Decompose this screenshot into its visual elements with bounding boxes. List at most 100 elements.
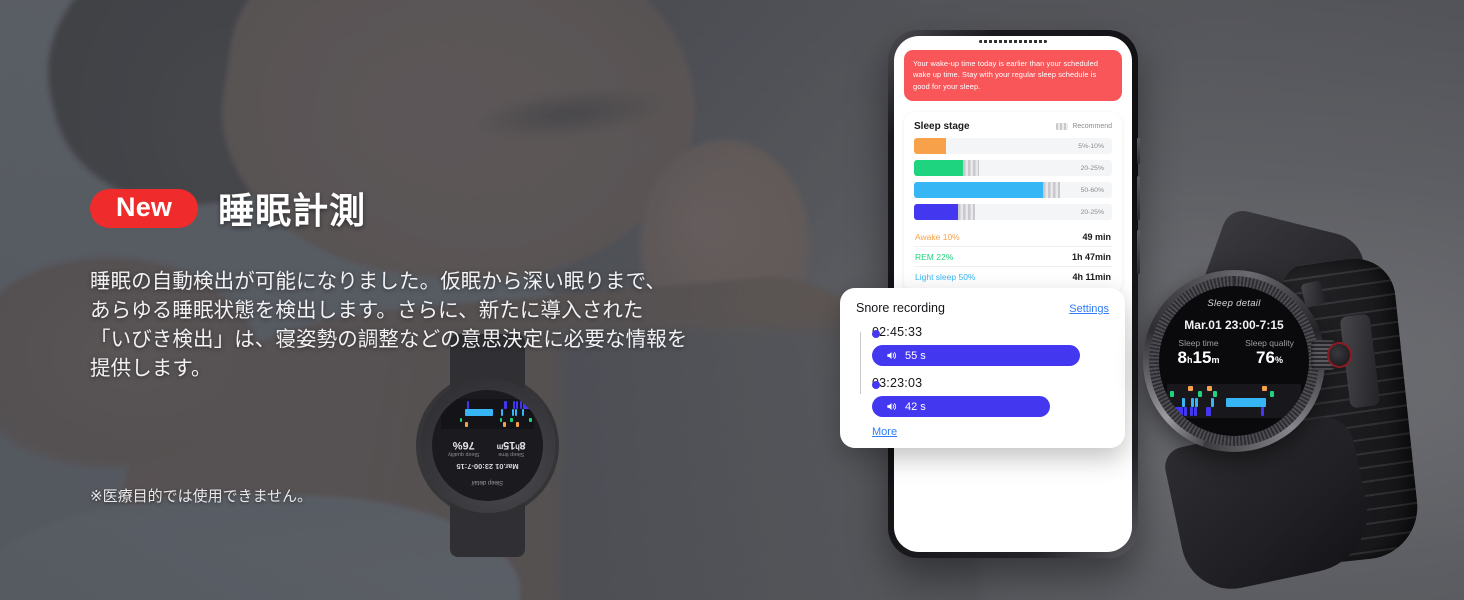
hypnogram-segment-rem (1169, 391, 1174, 397)
sleep-stage-card: Sleep stage Recommend 5%-10% 20-25% 50-60%… (904, 112, 1122, 295)
watch-screen-title: Sleep detail (1207, 298, 1261, 309)
wrist-watch-case: Sleep detail Mar.01 23:00-7:15 Sleep tim… (420, 378, 555, 513)
phone-button-mute[interactable] (1137, 138, 1140, 164)
sleep-legend-value: 49 min (1082, 231, 1111, 242)
watch-stats-row: Sleep time 8h15m Sleep quality 76% (1163, 338, 1305, 368)
sleep-stage-bar-deep: 20-25% (914, 204, 1112, 221)
watch-sleep-quality: Sleep quality 76% (1234, 338, 1305, 368)
sleep-legend-value: 4h 11min (1072, 271, 1111, 282)
sleep-stage-bar-rem: 20-25% (914, 160, 1112, 177)
stage-bar-range: 50-60% (1080, 186, 1104, 194)
hypnogram-segment-light (1181, 398, 1185, 408)
watch-sleep-time-label: Sleep time (1178, 338, 1219, 348)
hypnogram-segment-deep (1193, 407, 1197, 416)
page-title: 睡眠計測 (218, 190, 367, 231)
stage-bar-recommend (957, 204, 975, 221)
sleep-stage-bar-light: 50-60% (914, 182, 1112, 199)
stage-bar-track (914, 204, 975, 221)
snore-timeline-dot (872, 381, 880, 389)
new-badge: New (90, 188, 199, 228)
watch-sleep-minutes: 15 (1192, 348, 1212, 367)
wrist-watch-date: Mar.01 23:00-7:15 (456, 462, 519, 471)
wrist-watch-face: Sleep detail Mar.01 23:00-7:15 Sleep tim… (432, 390, 543, 501)
snore-recording-card: Snore recording Settings 02:45:33 55 s 03:… (840, 288, 1125, 448)
sleep-stage-legend: Awake 10% 49 min REM 22% 1h 47min Light slee… (914, 227, 1112, 286)
wakeup-alert-banner: Your wake-up time today is earlier than … (904, 50, 1122, 102)
watch-case: Sleep detail Mar.01 23:00-7:15 Sleep tim… (1143, 270, 1325, 452)
snore-more-link[interactable]: More (872, 426, 1109, 438)
watch-sleep-quality-label: Sleep quality (1245, 338, 1294, 348)
hypnogram-segment-rem (1270, 391, 1275, 397)
watch-axis-start: 23:00 (1169, 418, 1186, 425)
sleep-legend-row: REM 22% 1h 47min (914, 247, 1112, 268)
stage-bar-recommend (963, 160, 979, 177)
snore-card-header: Snore recording Settings (856, 301, 1109, 315)
stage-bar-fill (914, 182, 1044, 199)
hypnogram-segment-light (521, 408, 524, 417)
hypnogram-segment-awake (515, 422, 520, 428)
sleep-legend-row: Light sleep 50% 4h 11min (914, 267, 1112, 286)
watch-date-range: Mar.01 23:00-7:15 (1184, 318, 1284, 332)
hypnogram-segment-awake (1262, 386, 1267, 392)
sleep-legend-label: REM 22% (915, 251, 954, 262)
hypnogram-segment-deep (513, 400, 516, 409)
hypnogram-segment-awake (1188, 386, 1194, 392)
watch-quality-unit: % (1274, 355, 1283, 365)
sleep-legend-label: Awake 10% (915, 231, 960, 242)
hypnogram-segment-rem (499, 417, 503, 423)
hypnogram-segment-deep (519, 400, 522, 409)
watch-axis-end: 7:15 (1286, 418, 1299, 425)
watch-sleep-hours: 8 (1177, 348, 1188, 367)
watch-sleep-time: Sleep time 8h15m (1163, 338, 1234, 368)
stage-bar-track (914, 182, 1061, 199)
snore-entries: 02:45:33 55 s 03:23:03 42 s More (856, 325, 1109, 438)
watch-sleep-minutes-unit: m (1211, 355, 1220, 365)
phone-button-volume-up[interactable] (1137, 176, 1140, 220)
snore-play-button[interactable]: 42 s (872, 396, 1050, 417)
sleep-stage-bar-awake: 5%-10% (914, 138, 1112, 155)
hypnogram-segment-deep (1171, 407, 1184, 416)
wrist-watch-sleep-quality: Sleep quality 76% (440, 439, 488, 457)
recommend-legend: Recommend (1056, 123, 1112, 131)
sleep-legend-value: 1h 47min (1071, 251, 1111, 262)
snore-play-button[interactable]: 55 s (872, 345, 1080, 366)
watch-quality-number: 76 (1256, 348, 1275, 367)
hypnogram-segment-awake (1207, 386, 1212, 392)
sleep-stage-bars: 5%-10% 20-25% 50-60% 20-25% (914, 138, 1112, 221)
watch-crown-ring[interactable] (1327, 342, 1352, 368)
speaker-icon (887, 403, 897, 410)
wrist-watch-sleep-time: Sleep time 8ʰ15ᵐ (488, 439, 536, 457)
headline-row: New 睡眠計測 (90, 182, 790, 234)
snore-timeline-dot (872, 330, 880, 338)
hypnogram-segment-light (1225, 398, 1267, 408)
stage-bar-range: 5%-10% (1078, 142, 1104, 150)
stage-bar-fill (914, 160, 964, 177)
stage-bar-recommend (1043, 182, 1061, 199)
stage-bar-fill (914, 204, 958, 221)
hypnogram-segment-awake (502, 422, 507, 428)
watch-sleep-time-value: 8h15m (1163, 348, 1234, 368)
sleep-legend-label: Light sleep 50% (915, 271, 976, 282)
sleep-stage-card-header: Sleep stage Recommend (914, 121, 1112, 132)
hypnogram-segment-light (512, 408, 515, 417)
snore-settings-link[interactable]: Settings (1069, 303, 1109, 315)
hypnogram-segment-rem (529, 417, 533, 423)
hypnogram-segment-deep (1189, 407, 1193, 416)
watch-screen: Sleep detail Mar.01 23:00-7:15 Sleep tim… (1159, 286, 1309, 436)
watch-sleep-quality-value: 76% (1234, 348, 1305, 368)
wrist-watch-stats: Sleep time 8ʰ15ᵐ Sleep quality 76% (440, 439, 535, 457)
hypnogram-segment-deep (516, 400, 519, 409)
hypnogram-segment-deep (1184, 407, 1188, 416)
hypnogram-segment-awake (464, 422, 468, 428)
hypnogram-segment-rem (509, 417, 513, 423)
snore-duration: 55 s (905, 349, 926, 362)
wrist-watch-title: Sleep detail (471, 479, 504, 485)
hypnogram-segment-light (515, 408, 518, 417)
stage-bar-track (914, 138, 947, 155)
wrist-watch: Sleep detail Mar.01 23:00-7:15 Sleep tim… (420, 334, 555, 557)
stage-bar-track (914, 160, 979, 177)
stage-bar-range: 20-25% (1080, 208, 1104, 216)
wrist-watch-sleep-quality-label: Sleep quality (448, 451, 480, 457)
recommend-label: Recommend (1072, 123, 1112, 131)
hypnogram-segment-light (1191, 398, 1195, 408)
